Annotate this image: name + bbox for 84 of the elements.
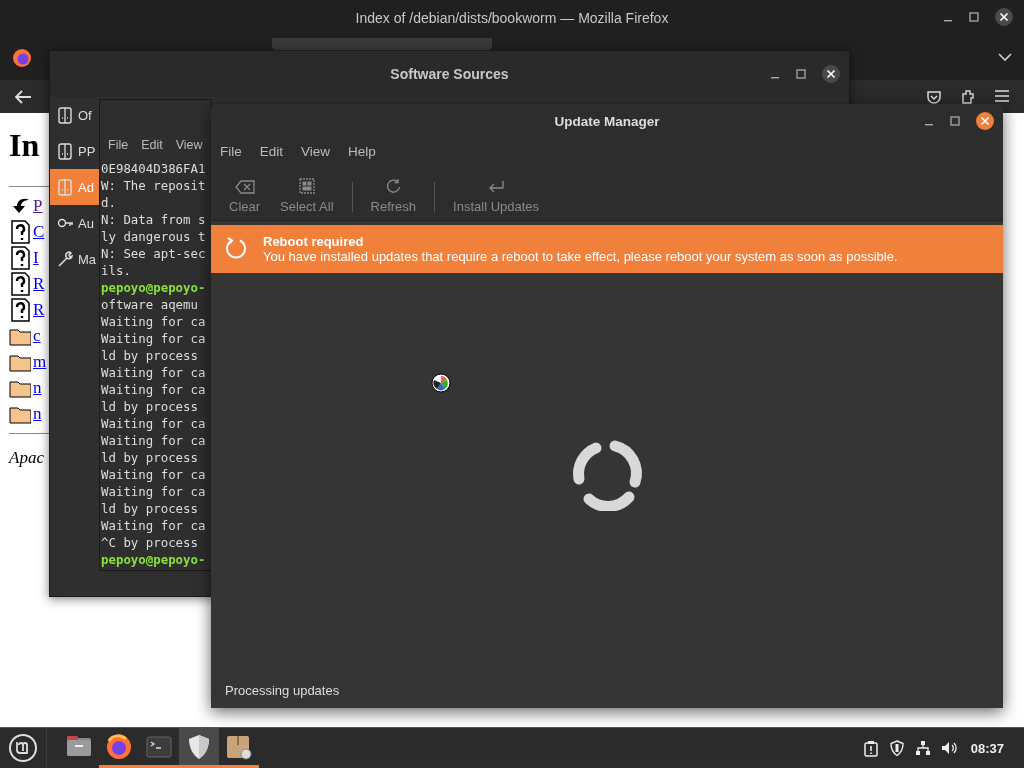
- backspace-icon: [234, 180, 255, 194]
- unknown-file-icon: [9, 298, 31, 322]
- terminal-line: 0E98404D386FA1: [101, 160, 207, 177]
- terminal-line: Waiting for ca: [101, 415, 207, 432]
- clipboard-icon[interactable]: [862, 739, 879, 757]
- terminal-line: Waiting for ca: [101, 381, 207, 398]
- status-text: Processing updates: [225, 682, 340, 698]
- close-icon[interactable]: [994, 7, 1014, 27]
- sidebar-item[interactable]: PP: [50, 133, 99, 169]
- sidebar-item[interactable]: Au: [50, 205, 99, 241]
- shell-prompt: pepoyo@pepoyo-: [101, 279, 207, 296]
- maximize-icon[interactable]: [795, 68, 807, 80]
- menu-item[interactable]: View: [301, 143, 331, 159]
- terminal-line: d.: [101, 194, 117, 211]
- terminal-line: ld by process: [101, 500, 199, 517]
- terminal-line: Waiting for ca: [101, 364, 207, 381]
- terminal-line: Waiting for ca: [101, 330, 207, 347]
- terminal-line: ld by process: [101, 347, 199, 364]
- terminal-line: ly dangerous t: [101, 228, 207, 245]
- taskbar-app[interactable]: [179, 728, 219, 768]
- window-title: Update Manager: [554, 113, 660, 129]
- clock[interactable]: 08:37: [970, 740, 1004, 756]
- chevron-down-icon[interactable]: [998, 52, 1012, 62]
- menu-item[interactable]: View: [175, 138, 203, 152]
- terminal-line: ils.: [101, 262, 132, 279]
- pocket-icon[interactable]: [926, 88, 942, 105]
- terminal-line: Waiting for ca: [101, 517, 207, 534]
- sidebar-item[interactable]: Of: [50, 97, 99, 133]
- document-icon: [57, 142, 73, 160]
- document-icon: [57, 106, 73, 124]
- unknown-file-icon: [9, 272, 31, 296]
- close-icon[interactable]: [975, 111, 995, 131]
- terminal-line: N: Data from s: [101, 211, 207, 228]
- enter-icon: [487, 180, 506, 194]
- directory-link[interactable]: c: [33, 326, 41, 346]
- menu-item[interactable]: Edit: [141, 138, 163, 152]
- directory-link[interactable]: I: [33, 248, 39, 268]
- sidebar-item[interactable]: Ma: [50, 241, 99, 277]
- terminal-line: Waiting for ca: [101, 432, 207, 449]
- window-title: Software Sources: [390, 66, 509, 82]
- close-icon[interactable]: [821, 64, 841, 84]
- terminal-line: Waiting for ca: [101, 466, 207, 483]
- directory-link[interactable]: n: [33, 404, 42, 424]
- document-icon: [57, 178, 73, 196]
- terminal-line: ld by process: [101, 449, 199, 466]
- terminal-line: N: See apt-sec: [101, 245, 207, 262]
- page-heading: In: [9, 127, 40, 164]
- busy-cursor-icon: [431, 373, 451, 393]
- menu-item[interactable]: File: [108, 138, 129, 152]
- directory-link[interactable]: R: [33, 274, 45, 294]
- shield-icon[interactable]: [888, 739, 905, 757]
- terminal-line: oftware aqemu: [101, 296, 199, 313]
- menu-icon[interactable]: [8, 733, 38, 763]
- firefox-icon[interactable]: [12, 48, 32, 68]
- shell-prompt: pepoyo@pepoyo-: [101, 551, 207, 568]
- terminal-line: ld by process: [101, 398, 199, 415]
- banner-title: Reboot required: [263, 234, 365, 249]
- extensions-icon[interactable]: [960, 88, 976, 105]
- network-icon[interactable]: [914, 739, 931, 757]
- unknown-file-icon: [9, 220, 31, 244]
- menu-item[interactable]: Help: [348, 143, 376, 159]
- menu-icon[interactable]: [994, 88, 1010, 103]
- menu-item[interactable]: File: [220, 143, 242, 159]
- back-icon[interactable]: [14, 88, 32, 105]
- refresh-icon: [385, 178, 402, 194]
- server-signature: Apac: [9, 448, 44, 468]
- unknown-file-icon: [9, 246, 31, 270]
- maximize-icon[interactable]: [968, 11, 980, 23]
- wrench-icon: [57, 250, 73, 268]
- directory-link[interactable]: C: [33, 222, 45, 242]
- directory-link[interactable]: P: [33, 196, 43, 216]
- directory-link[interactable]: R: [33, 300, 45, 320]
- terminal-line: Waiting for ca: [101, 313, 207, 330]
- terminal-line: Waiting for ca: [101, 483, 207, 500]
- firefox-icon: [105, 732, 133, 761]
- directory-link[interactable]: m: [33, 352, 47, 372]
- terminal-line: ^C by process: [101, 534, 199, 551]
- banner-message: You have installed updates that require a reboot to take effect, please reboot your system as soon as possible.: [263, 249, 898, 264]
- maximize-icon[interactable]: [949, 115, 961, 127]
- terminal-line: W: The reposit: [101, 177, 207, 194]
- directory-link[interactable]: n: [33, 378, 42, 398]
- menu-item[interactable]: Edit: [259, 143, 284, 159]
- window-title: Index of /debian/dists/bookworm — Mozilla Firefox: [355, 10, 669, 26]
- grid-icon: [298, 178, 315, 194]
